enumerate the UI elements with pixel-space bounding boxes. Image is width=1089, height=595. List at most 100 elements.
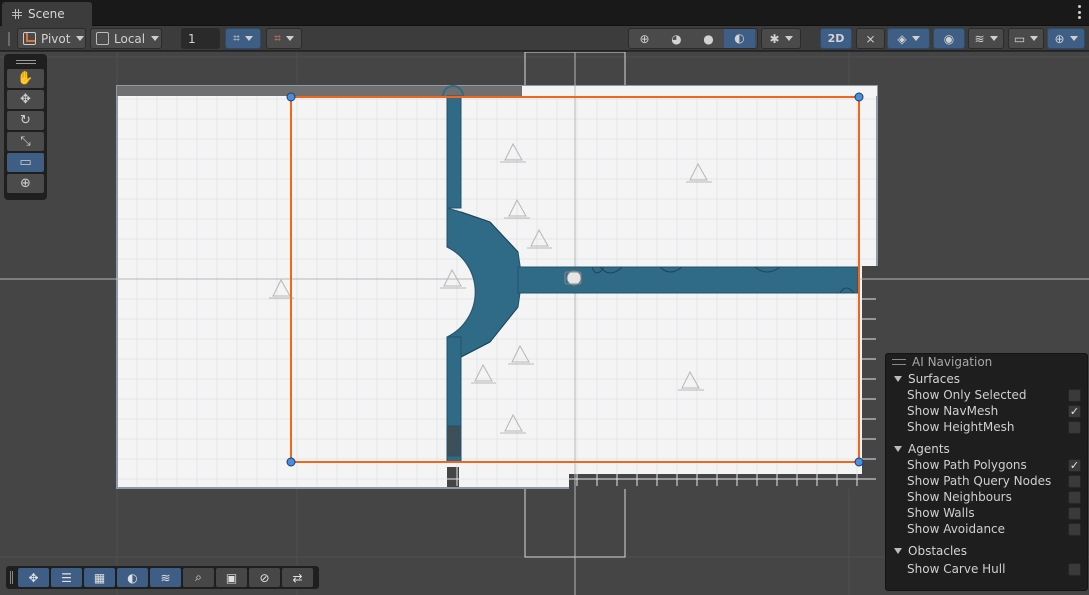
tab-bar: Scene: [0, 0, 1089, 26]
nav-surface-button[interactable]: ◐: [117, 568, 148, 587]
section-label: Agents: [908, 441, 950, 456]
checkbox[interactable]: [1068, 491, 1081, 504]
wireframe-icon[interactable]: ⊕: [629, 32, 660, 46]
tab-scene[interactable]: Scene: [2, 2, 92, 26]
chevron-down-icon: [989, 36, 998, 41]
option-show-neighbours: Show Neighbours: [886, 489, 1087, 505]
section-label: Surfaces: [908, 371, 960, 386]
checkbox[interactable]: [1068, 389, 1081, 402]
scene-window: Scene Pivot Local 1 ⌗ ⌗ ⊕ ◕ ● ◐ ✱ 2D ⨯ ◈…: [0, 0, 1089, 595]
ai-navigation-header[interactable]: AI Navigation: [886, 354, 1087, 370]
chevron-down-icon: [244, 36, 253, 41]
scene-toolbar: Pivot Local 1 ⌗ ⌗ ⊕ ◕ ● ◐ ✱ 2D ⨯ ◈ ◉ ≋ ▭…: [0, 26, 1089, 51]
nav-shuffle-button[interactable]: ⇄: [282, 568, 313, 587]
effects-dropdown[interactable]: ◈: [887, 28, 930, 49]
audio-toggle[interactable]: ⨯: [856, 28, 885, 49]
more-options-icon[interactable]: [1077, 5, 1081, 19]
pivot-label: Pivot: [41, 31, 71, 46]
ai-navigation-title: AI Navigation: [912, 355, 993, 369]
overlay-drag-handle[interactable]: [10, 571, 13, 584]
nav-obstacle-button[interactable]: ▣: [216, 568, 247, 587]
scene-visibility-toggle[interactable]: ◉: [933, 28, 965, 49]
option-show-only-selected: Show Only Selected: [886, 387, 1087, 403]
gizmos-dropdown[interactable]: ⊕: [1047, 28, 1085, 49]
tools-drag-handle[interactable]: [7, 57, 44, 67]
shaded-wireframe-icon[interactable]: ◕: [660, 32, 693, 46]
option-label: Show Only Selected: [907, 388, 1027, 402]
cube-icon: [96, 32, 109, 45]
checkbox[interactable]: [1068, 523, 1081, 536]
grid-hatch-icon: ▦: [93, 570, 106, 585]
move-icon: ✥: [20, 92, 31, 107]
toolbar-drag-handle[interactable]: [8, 32, 10, 46]
nav-filter-button[interactable]: ☰: [51, 568, 82, 587]
grid-increment-input[interactable]: 1: [181, 28, 220, 49]
move-icon: ✥: [28, 570, 39, 585]
option-label: Show Neighbours: [907, 490, 1012, 504]
option-label: Show NavMesh: [907, 404, 999, 418]
checkbox[interactable]: [1068, 421, 1081, 434]
checkbox[interactable]: ✓: [1068, 405, 1081, 418]
half-moon-icon: ◐: [127, 570, 138, 585]
chevron-down-icon: [911, 36, 920, 41]
mute-audio-icon: ⨯: [865, 31, 876, 46]
increment-snap-toggle[interactable]: ⌗: [266, 28, 302, 49]
nav-move-button[interactable]: ✥: [18, 568, 49, 587]
option-label: Show Avoidance: [907, 522, 1006, 536]
section-obstacles[interactable]: Obstacles: [886, 542, 1087, 559]
checkbox[interactable]: [1068, 563, 1081, 576]
tools-overlay: ✋ ✥ ↻ ⤡ ▭ ⊕: [4, 54, 47, 200]
checkbox[interactable]: ✓: [1068, 459, 1081, 472]
scale-icon: ⤡: [20, 134, 31, 149]
draw-mode-group: ⊕ ◕ ● ◐: [628, 28, 758, 49]
shuffle-icon: ⇄: [292, 570, 303, 585]
camera-icon: ▭: [1013, 31, 1026, 46]
space-label: Local: [114, 31, 146, 46]
camera-dropdown[interactable]: ▭: [1008, 28, 1044, 49]
mode-2d-label: 2D: [827, 32, 845, 45]
pivot-dropdown[interactable]: Pivot: [17, 28, 86, 49]
layers-dropdown[interactable]: ≋: [968, 28, 1004, 49]
effects-icon: ◈: [897, 31, 907, 46]
nav-bake-button[interactable]: ▦: [84, 568, 115, 587]
lighting-icon[interactable]: ◐: [724, 29, 755, 48]
checkbox[interactable]: [1068, 475, 1081, 488]
hand-tool[interactable]: ✋: [7, 69, 44, 88]
transform-tool[interactable]: ⊕: [7, 174, 44, 193]
pivot-icon: [23, 32, 36, 45]
option-label: Show Path Query Nodes: [907, 474, 1052, 488]
search-icon: ⌕: [195, 570, 202, 584]
shaded-icon[interactable]: ●: [693, 32, 724, 46]
section-agents[interactable]: Agents: [886, 440, 1087, 457]
bug-icon: ✱: [769, 31, 780, 46]
compass-icon: ⊘: [259, 570, 270, 585]
obstacle-icon: ▣: [225, 570, 238, 585]
nav-search-button[interactable]: ⌕: [183, 568, 214, 587]
option-label: Show HeightMesh: [907, 420, 1015, 434]
debug-draw-dropdown[interactable]: ✱: [761, 28, 801, 49]
mode-2d-toggle[interactable]: 2D: [820, 28, 852, 49]
rotate-tool[interactable]: ↻: [7, 111, 44, 130]
grid-icon: [12, 9, 22, 19]
triangle-down-icon: [894, 375, 902, 382]
nav-layers-button[interactable]: ≋: [150, 568, 181, 587]
chevron-down-icon: [151, 36, 160, 41]
move-tool[interactable]: ✥: [7, 90, 44, 109]
sliders-icon: ☰: [61, 570, 72, 585]
checkbox[interactable]: [1068, 507, 1081, 520]
space-dropdown[interactable]: Local: [90, 28, 162, 49]
grid-snap-icon: ⌗: [233, 31, 240, 45]
option-show-heightmesh: Show HeightMesh: [886, 419, 1087, 435]
chevron-down-icon: [76, 36, 85, 41]
nav-compass-button[interactable]: ⊘: [249, 568, 280, 587]
scale-tool[interactable]: ⤡: [7, 132, 44, 151]
chevron-down-icon: [784, 36, 793, 41]
section-surfaces[interactable]: Surfaces: [886, 370, 1087, 387]
option-show-walls: Show Walls: [886, 505, 1087, 521]
option-show-path-query-nodes: Show Path Query Nodes: [886, 473, 1087, 489]
chevron-down-icon: [1069, 36, 1078, 41]
option-show-carve-hull: Show Carve Hull: [886, 561, 1087, 577]
navigation-overlay: ✥ ☰ ▦ ◐ ≋ ⌕ ▣ ⊘ ⇄: [6, 566, 319, 589]
grid-snap-toggle[interactable]: ⌗: [225, 28, 261, 49]
rect-tool[interactable]: ▭: [7, 153, 44, 172]
